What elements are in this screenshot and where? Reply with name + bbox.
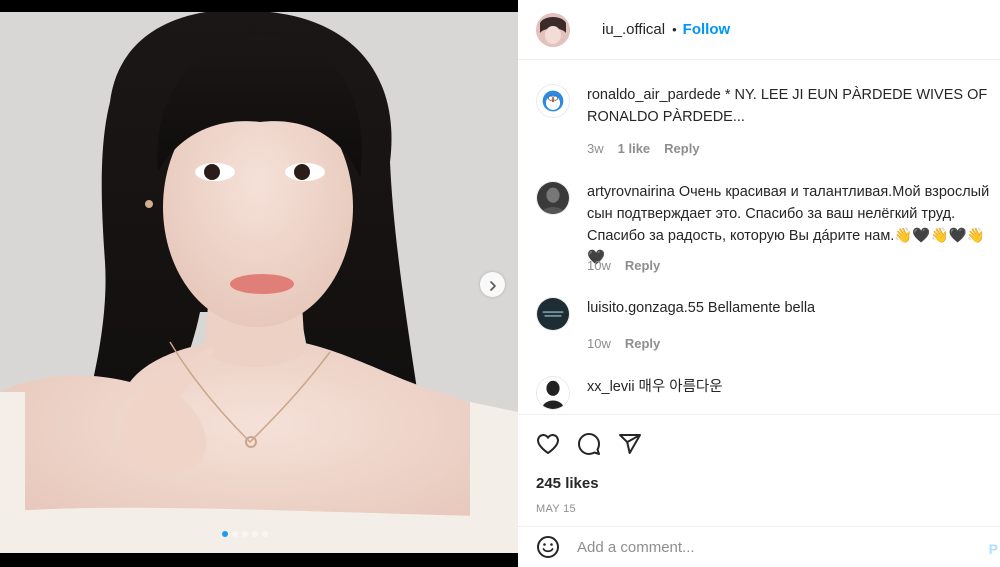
chevron-right-icon — [487, 279, 499, 291]
reply-button[interactable]: Reply — [625, 258, 660, 273]
follow-button[interactable]: Follow — [683, 21, 731, 38]
post-photo — [0, 12, 518, 553]
likes-count[interactable]: 245 likes — [536, 475, 599, 492]
post-comment-button[interactable]: P — [989, 541, 998, 557]
carousel-dot — [242, 531, 248, 537]
commenter-avatar[interactable] — [536, 181, 570, 215]
comment-meta: 3w 1 like Reply — [587, 141, 700, 156]
post-sidebar: iu_.offical • Follow ronaldo_air_pardede… — [518, 0, 1000, 567]
comment-username[interactable]: luisito.gonzaga.55 — [587, 300, 704, 316]
comment-meta: 10w Reply — [587, 258, 660, 273]
author-avatar[interactable] — [536, 12, 570, 47]
paper-plane-icon[interactable] — [618, 432, 642, 456]
comment-input[interactable] — [577, 538, 957, 556]
comment-username[interactable]: artyrovnairina — [587, 184, 675, 200]
post-actions: 245 likes MAY 15 — [518, 414, 1000, 515]
carousel-dot — [262, 531, 268, 537]
comment-icon[interactable] — [577, 432, 601, 456]
post-date: MAY 15 — [536, 503, 576, 515]
heart-icon[interactable] — [536, 432, 560, 456]
carousel-dot — [252, 531, 258, 537]
comment-text: Bellamente bella — [707, 300, 816, 316]
commenter-avatar[interactable] — [536, 297, 570, 331]
carousel-dot — [222, 531, 228, 537]
carousel-next-button[interactable] — [480, 272, 505, 297]
post-header: iu_.offical • Follow — [518, 0, 1000, 60]
carousel-indicator — [222, 531, 268, 537]
comment-time: 10w — [587, 336, 611, 351]
comment-text-block: luisito.gonzaga.55 Bellamente bella — [587, 297, 997, 319]
commenter-avatar[interactable] — [536, 84, 570, 118]
comment-time: 10w — [587, 258, 611, 273]
comment-username[interactable]: xx_levii — [587, 379, 635, 395]
post-media — [0, 0, 518, 567]
comment-meta: 10w Reply — [587, 336, 660, 351]
comment-username[interactable]: ronaldo_air_pardede — [587, 87, 721, 103]
comment-text: 매우 아름다운 — [638, 379, 723, 395]
carousel-dot — [232, 531, 238, 537]
reply-button[interactable]: Reply — [664, 141, 699, 156]
reply-button[interactable]: Reply — [625, 336, 660, 351]
comment-text-block: ronaldo_air_pardede * NY. LEE JI EUN PÀRD… — [587, 84, 997, 128]
comment-text-block: artyrovnairina Очень красивая и талантлив… — [587, 181, 997, 269]
comments-list[interactable]: ronaldo_air_pardede * NY. LEE JI EUN PÀRD… — [518, 60, 1000, 414]
comment-time: 3w — [587, 141, 604, 156]
comment-text-block: xx_levii 매우 아름다운 — [587, 376, 997, 398]
author-username[interactable]: iu_.offical — [602, 21, 665, 38]
add-comment-bar: P — [518, 526, 1000, 567]
portrait-illustration — [0, 12, 518, 553]
emoji-icon[interactable] — [536, 535, 560, 559]
commenter-avatar[interactable] — [536, 376, 570, 410]
header-separator: • — [672, 22, 677, 37]
action-icons — [536, 432, 642, 456]
comment-likes[interactable]: 1 like — [618, 141, 651, 156]
